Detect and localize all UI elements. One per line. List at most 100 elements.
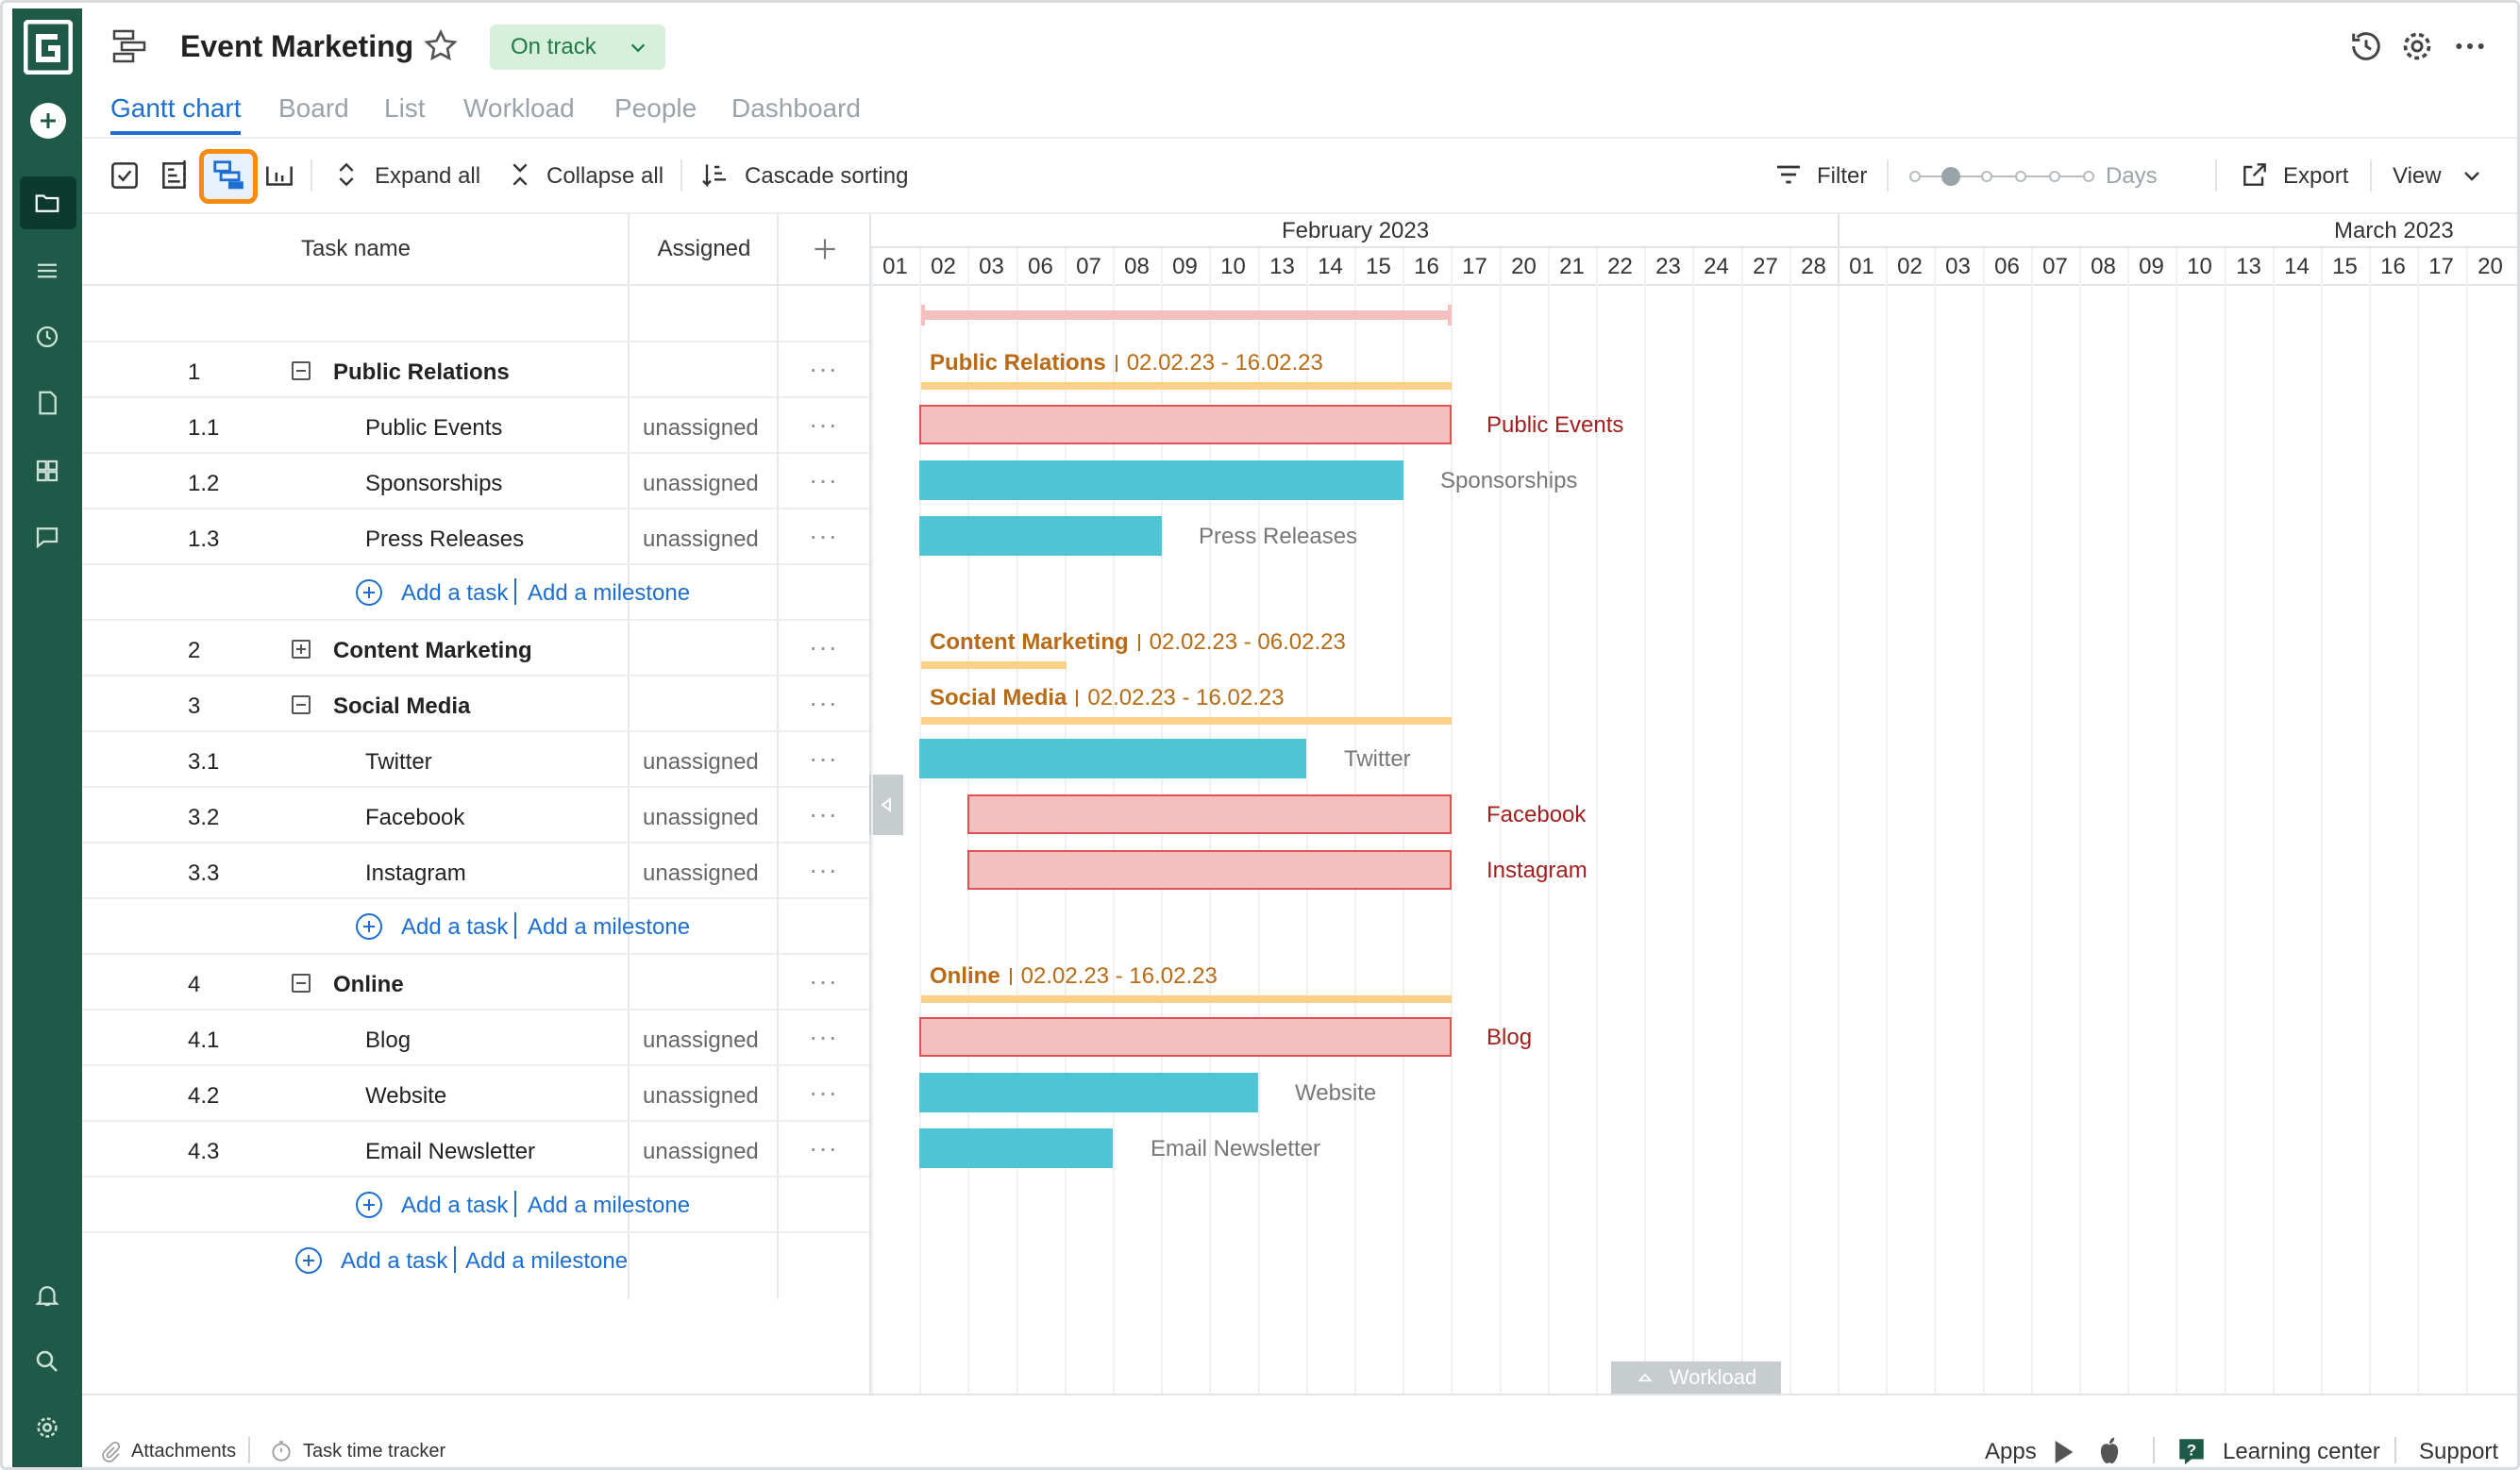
- task-bar[interactable]: [919, 1128, 1113, 1168]
- group-summary-bar[interactable]: [921, 995, 1452, 1003]
- add-circle-icon[interactable]: [356, 913, 382, 940]
- task-name[interactable]: Sponsorships: [365, 471, 502, 497]
- table-row[interactable]: 4 Online ···: [82, 955, 871, 1011]
- group-summary-bar[interactable]: [921, 717, 1452, 725]
- checkbox-select-icon[interactable]: [107, 158, 143, 193]
- support-link[interactable]: Support: [2419, 1439, 2498, 1465]
- assignee[interactable]: unassigned: [643, 471, 759, 497]
- add-task-link[interactable]: Add a task: [401, 914, 508, 941]
- ganttpro-logo-icon[interactable]: [23, 19, 74, 75]
- group-label[interactable]: Online 02.02.23 - 16.02.23: [930, 963, 1218, 990]
- task-name[interactable]: Press Releases: [365, 526, 524, 553]
- task-details-icon[interactable]: [158, 158, 193, 193]
- stopwatch-icon[interactable]: [269, 1439, 294, 1463]
- task-bar[interactable]: [919, 1073, 1258, 1112]
- assignee[interactable]: unassigned: [643, 749, 759, 776]
- add-circle-icon[interactable]: [356, 579, 382, 606]
- task-bar[interactable]: [919, 405, 1452, 444]
- add-task-link[interactable]: Add a task: [341, 1248, 447, 1275]
- task-name[interactable]: Twitter: [365, 749, 432, 776]
- portfolio-icon[interactable]: [12, 443, 82, 499]
- row-menu-icon[interactable]: ···: [809, 688, 838, 718]
- column-header-task-name[interactable]: Task name: [82, 214, 630, 286]
- project-status-dropdown[interactable]: On track: [490, 25, 665, 70]
- favorite-star-icon[interactable]: [422, 27, 460, 65]
- zoom-slider[interactable]: [1909, 163, 2094, 190]
- add-task-link[interactable]: Add a task: [401, 1193, 508, 1219]
- task-name[interactable]: Public Relations: [333, 359, 510, 386]
- expand-all-button[interactable]: Expand all: [375, 163, 480, 190]
- table-row[interactable]: 2 Content Marketing ···: [82, 621, 871, 677]
- group-summary-bar[interactable]: [921, 382, 1452, 390]
- grid-outline-icon[interactable]: [210, 158, 246, 193]
- task-name[interactable]: Content Marketing: [333, 638, 532, 664]
- row-menu-icon[interactable]: ···: [809, 409, 838, 440]
- assignee[interactable]: unassigned: [643, 860, 759, 887]
- table-row[interactable]: 4.1 Blog unassigned ···: [82, 1011, 871, 1066]
- chevron-down-icon[interactable]: [2461, 165, 2483, 188]
- table-row[interactable]: 1 Public Relations ···: [82, 342, 871, 398]
- add-milestone-link[interactable]: Add a milestone: [528, 580, 690, 607]
- assignee[interactable]: unassigned: [643, 415, 759, 442]
- task-name[interactable]: Public Events: [365, 415, 502, 442]
- table-row[interactable]: 4.3 Email Newsletter unassigned ···: [82, 1122, 871, 1178]
- row-menu-icon[interactable]: ···: [809, 743, 838, 774]
- project-summary-bar[interactable]: [921, 305, 1452, 326]
- filter-icon[interactable]: [1773, 159, 1809, 195]
- task-name[interactable]: Website: [365, 1083, 446, 1110]
- assignee[interactable]: unassigned: [643, 1139, 759, 1165]
- search-icon[interactable]: [12, 1333, 82, 1390]
- workload-toggle-button[interactable]: Workload: [1611, 1361, 1781, 1394]
- project-summary-row[interactable]: [82, 286, 871, 342]
- tab-board[interactable]: Board: [278, 93, 349, 124]
- export-icon[interactable]: [2240, 159, 2276, 195]
- tab-list[interactable]: List: [384, 93, 426, 124]
- bell-icon[interactable]: [12, 1267, 82, 1324]
- group-label[interactable]: Content Marketing 02.02.23 - 06.02.23: [930, 629, 1346, 656]
- task-name[interactable]: Instagram: [365, 860, 466, 887]
- group-label[interactable]: Public Relations 02.02.23 - 16.02.23: [930, 350, 1323, 376]
- row-menu-icon[interactable]: ···: [809, 354, 838, 384]
- add-column-icon[interactable]: [779, 214, 871, 286]
- google-play-icon[interactable]: [2049, 1437, 2079, 1467]
- cascade-sort-icon[interactable]: [699, 159, 735, 195]
- list-icon[interactable]: [12, 242, 82, 299]
- table-row[interactable]: 3.1 Twitter unassigned ···: [82, 732, 871, 788]
- assignee[interactable]: unassigned: [643, 1027, 759, 1054]
- cascade-sorting-button[interactable]: Cascade sorting: [745, 163, 908, 190]
- task-bar[interactable]: [919, 739, 1306, 778]
- export-button[interactable]: Export: [2283, 163, 2348, 190]
- table-row[interactable]: 4.2 Website unassigned ···: [82, 1066, 871, 1122]
- column-header-assigned[interactable]: Assigned: [630, 214, 779, 286]
- task-name[interactable]: Email Newsletter: [365, 1139, 535, 1165]
- task-bar[interactable]: [919, 460, 1403, 500]
- add-milestone-link[interactable]: Add a milestone: [528, 1193, 690, 1219]
- row-menu-icon[interactable]: ···: [809, 1133, 838, 1163]
- task-bar[interactable]: [967, 850, 1452, 890]
- assignee[interactable]: unassigned: [643, 805, 759, 831]
- table-row[interactable]: 1.3 Press Releases unassigned ···: [82, 509, 871, 565]
- row-menu-icon[interactable]: ···: [809, 465, 838, 495]
- tab-workload[interactable]: Workload: [463, 93, 575, 124]
- table-row[interactable]: 1.2 Sponsorships unassigned ···: [82, 454, 871, 509]
- row-menu-icon[interactable]: ···: [809, 966, 838, 996]
- collapse-all-icon[interactable]: [505, 159, 541, 195]
- history-icon[interactable]: [2347, 27, 2385, 65]
- row-menu-icon[interactable]: ···: [809, 799, 838, 829]
- task-bar[interactable]: [919, 1017, 1452, 1057]
- task-name[interactable]: Social Media: [333, 693, 470, 720]
- project-settings-gear-icon[interactable]: [2398, 27, 2436, 65]
- task-name[interactable]: Online: [333, 972, 404, 998]
- expand-toggle-icon[interactable]: [292, 640, 311, 659]
- more-options-icon[interactable]: [2451, 27, 2489, 65]
- task-name[interactable]: Blog: [365, 1027, 411, 1054]
- group-label[interactable]: Social Media 02.02.23 - 16.02.23: [930, 685, 1285, 711]
- group-summary-bar[interactable]: [921, 661, 1067, 669]
- learning-center-link[interactable]: Learning center: [2223, 1439, 2380, 1465]
- chat-icon[interactable]: [12, 509, 82, 565]
- project-title[interactable]: Event Marketing: [180, 29, 413, 64]
- report-icon[interactable]: [12, 375, 82, 431]
- add-circle-icon[interactable]: [356, 1192, 382, 1218]
- filter-button[interactable]: Filter: [1817, 163, 1867, 190]
- task-bar[interactable]: [967, 794, 1452, 834]
